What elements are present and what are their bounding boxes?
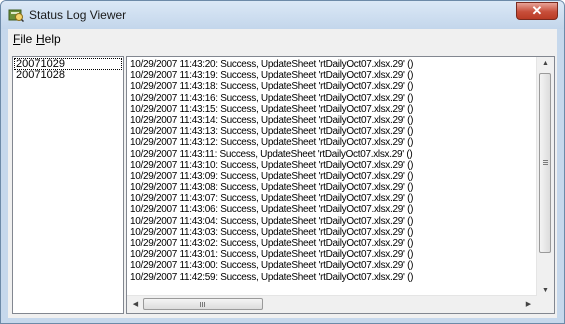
- log-line[interactable]: 10/29/2007 11:43:16: Success, UpdateShee…: [130, 93, 413, 104]
- log-line[interactable]: 10/29/2007 11:43:04: Success, UpdateShee…: [130, 216, 413, 227]
- log-line[interactable]: 10/29/2007 11:43:03: Success, UpdateShee…: [130, 227, 413, 238]
- window-title: Status Log Viewer: [29, 8, 127, 22]
- grip-line: [204, 302, 205, 307]
- grip-line: [200, 302, 201, 307]
- grip-line: [543, 160, 548, 161]
- menu-help[interactable]: Help: [36, 32, 61, 46]
- menu-help-accelerator: H: [36, 32, 45, 46]
- log-line[interactable]: 10/29/2007 11:43:08: Success, UpdateShee…: [130, 182, 413, 193]
- log-line[interactable]: 10/29/2007 11:43:12: Success, UpdateShee…: [130, 137, 413, 148]
- log-list[interactable]: 10/29/2007 11:43:20: Success, UpdateShee…: [126, 56, 555, 314]
- log-line[interactable]: 10/29/2007 11:43:09: Success, UpdateShee…: [130, 171, 413, 182]
- menu-file-label: ile: [20, 32, 33, 46]
- log-lines: 10/29/2007 11:43:20: Success, UpdateShee…: [130, 59, 413, 283]
- close-icon: ✕: [531, 3, 543, 18]
- scroll-left-icon[interactable]: ◀: [127, 300, 144, 308]
- log-line[interactable]: 10/29/2007 11:43:18: Success, UpdateShee…: [130, 81, 413, 92]
- status-log-viewer-window: Status Log Viewer ✕ File Help 20071029 2…: [0, 0, 565, 324]
- log-line[interactable]: 10/29/2007 11:43:15: Success, UpdateShee…: [130, 104, 413, 115]
- title-bar[interactable]: Status Log Viewer ✕: [1, 1, 564, 29]
- scroll-up-icon[interactable]: ▲: [537, 60, 554, 67]
- log-line[interactable]: 10/29/2007 11:43:11: Success, UpdateShee…: [130, 149, 413, 160]
- grip-line: [543, 164, 548, 165]
- log-line[interactable]: 10/29/2007 11:43:10: Success, UpdateShee…: [130, 160, 413, 171]
- log-viewer-app-icon: [8, 9, 24, 22]
- menu-bar: File Help: [8, 29, 557, 49]
- date-list-item[interactable]: 20071028: [13, 70, 123, 81]
- horizontal-scroll-thumb[interactable]: [143, 298, 263, 310]
- vertical-scrollbar[interactable]: ▲ ▼: [536, 57, 554, 297]
- log-line[interactable]: 10/29/2007 11:43:19: Success, UpdateShee…: [130, 70, 413, 81]
- log-line[interactable]: 10/29/2007 11:43:07: Success, UpdateShee…: [130, 193, 413, 204]
- log-line[interactable]: 10/29/2007 11:43:06: Success, UpdateShee…: [130, 204, 413, 215]
- vertical-scroll-thumb[interactable]: [539, 73, 551, 253]
- log-line[interactable]: 10/29/2007 11:43:02: Success, UpdateShee…: [130, 238, 413, 249]
- scroll-down-icon[interactable]: ▼: [537, 287, 554, 294]
- log-line[interactable]: 10/29/2007 11:43:20: Success, UpdateShee…: [130, 59, 413, 70]
- grip-line: [543, 162, 548, 163]
- menu-file[interactable]: File: [13, 32, 32, 46]
- log-line[interactable]: 10/29/2007 11:43:00: Success, UpdateShee…: [130, 260, 413, 271]
- menu-help-label: elp: [44, 32, 61, 46]
- client-area: File Help 20071029 20071028 10/29/2007 1…: [8, 29, 557, 318]
- log-line[interactable]: 10/29/2007 11:42:59: Success, UpdateShee…: [130, 272, 413, 283]
- log-line[interactable]: 10/29/2007 11:43:13: Success, UpdateShee…: [130, 126, 413, 137]
- log-line[interactable]: 10/29/2007 11:43:14: Success, UpdateShee…: [130, 115, 413, 126]
- scroll-right-icon[interactable]: ▶: [520, 300, 537, 308]
- close-button[interactable]: ✕: [516, 2, 558, 20]
- scrollbar-corner: [537, 296, 554, 313]
- grip-line: [202, 302, 203, 307]
- date-list[interactable]: 20071029 20071028: [12, 56, 124, 314]
- log-line[interactable]: 10/29/2007 11:43:01: Success, UpdateShee…: [130, 249, 413, 260]
- horizontal-scrollbar[interactable]: ◀ ▶: [127, 295, 537, 313]
